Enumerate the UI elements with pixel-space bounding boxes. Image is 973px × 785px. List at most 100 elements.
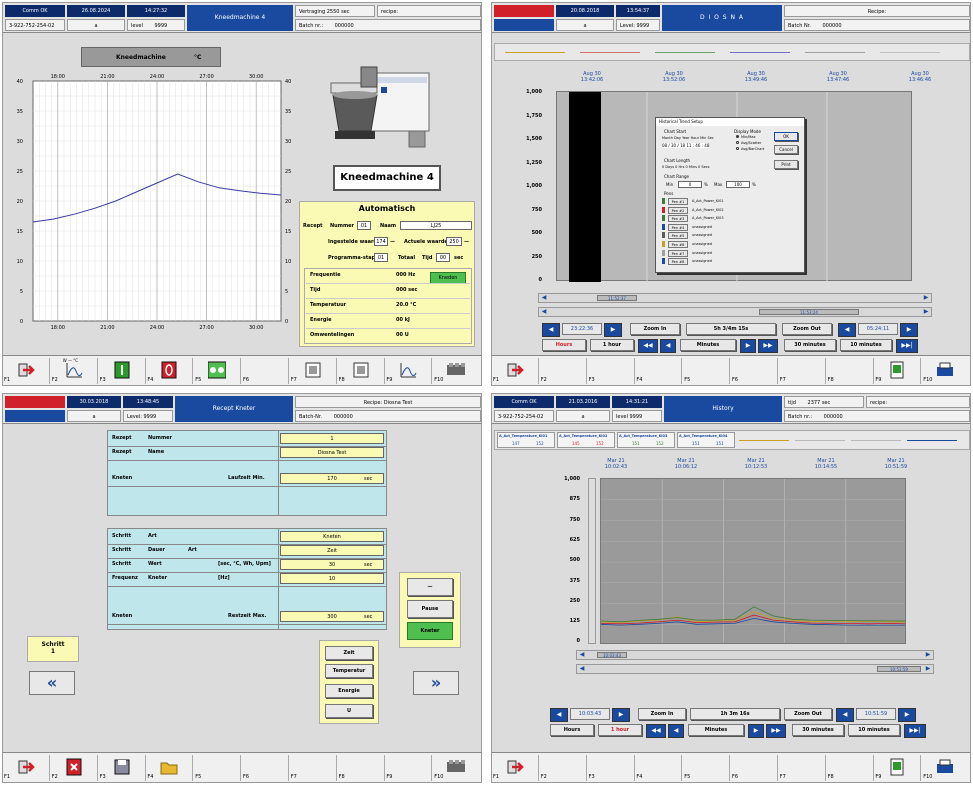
function-key-f1[interactable]: F1 xyxy=(3,755,50,781)
pen-select-button[interactable]: Pen #2 xyxy=(668,206,688,214)
range-max-field[interactable]: 100 xyxy=(726,181,750,188)
zoom-in-button[interactable]: Zoom In xyxy=(630,323,680,335)
function-key-f3[interactable]: F3 xyxy=(99,358,146,384)
function-key-f5[interactable]: F5 xyxy=(194,358,242,384)
zeit-button[interactable]: Zeit xyxy=(325,646,373,660)
table-value-field[interactable]: Zeit xyxy=(280,545,384,556)
pen-legend-item[interactable]: A_Act_Temperature_Kl03 151 152 xyxy=(617,432,675,448)
one-hour-button[interactable]: 1 hour xyxy=(598,724,642,736)
function-key-f3[interactable]: F3 xyxy=(588,358,635,384)
pause-button[interactable]: Pause xyxy=(407,600,453,618)
function-key-f7[interactable]: F7 xyxy=(290,358,337,384)
function-key-f5[interactable]: F5 xyxy=(683,755,731,781)
function-key-f5[interactable]: F5 xyxy=(194,755,242,781)
rewind-fast-button[interactable]: ◀◀ xyxy=(638,339,658,353)
minutes-button[interactable]: Minutes xyxy=(688,724,744,736)
ingestelde-field[interactable]: 174 xyxy=(374,237,388,246)
zoom-out-button[interactable]: Zoom Out xyxy=(782,323,832,335)
nav-right-button[interactable]: ▶ xyxy=(898,708,916,722)
function-key-f6[interactable]: F6 xyxy=(731,755,778,781)
display-mode-option[interactable]: Avg/Scatter xyxy=(736,141,761,145)
one-hour-button[interactable]: 1 hour xyxy=(590,339,634,351)
chart-length-values[interactable]: 0 Days 0 Hrs 0 Mins 0 Secs xyxy=(662,165,709,169)
time-scrollbar-2[interactable]: ◀ 10:51:59 ▶ xyxy=(576,664,934,674)
hours-button[interactable]: Hours xyxy=(550,724,594,736)
scroll-left-icon[interactable]: ◀ xyxy=(539,308,549,316)
pen-select-button[interactable]: Pen #4 xyxy=(668,223,688,231)
end-button[interactable]: ▶▶| xyxy=(896,339,918,353)
pen-select-button[interactable]: Pen #5 xyxy=(668,232,688,240)
rewind-fast-button[interactable]: ◀◀ xyxy=(646,724,666,738)
function-key-f9[interactable]: F9 xyxy=(874,755,922,781)
minus-button[interactable]: — xyxy=(407,578,453,596)
function-key-f8[interactable]: F8 xyxy=(338,358,385,384)
function-key-f7[interactable]: F7 xyxy=(779,358,826,384)
scroll-right-icon[interactable]: ▶ xyxy=(923,665,933,673)
zoom-out-button[interactable]: Zoom Out xyxy=(784,708,832,720)
forward-button[interactable]: ▶ xyxy=(740,339,756,353)
scroll-thumb-2[interactable]: 10:51:59 xyxy=(877,666,921,672)
function-key-f4[interactable]: F4 xyxy=(146,358,194,384)
function-key-f10[interactable]: F10 xyxy=(433,755,480,781)
pen-legend-item[interactable]: A_Act_Temperature_Kl04 151 151 xyxy=(677,432,735,448)
table-value-field[interactable]: 1 xyxy=(280,433,384,444)
table-value-field[interactable]: Kneten xyxy=(280,531,384,542)
nav-right-small-button[interactable]: ▶ xyxy=(604,323,622,337)
energie-button[interactable]: Energie xyxy=(325,684,373,698)
nav-right-button[interactable]: ▶ xyxy=(900,323,918,337)
range-min-field[interactable]: 0 xyxy=(678,181,702,188)
rewind-button[interactable]: ◀ xyxy=(660,339,676,353)
table-value-field[interactable]: 10 xyxy=(280,573,384,584)
scroll-thumb-1[interactable]: 10:03:43 xyxy=(597,652,627,658)
function-key-f2[interactable]: F2 xyxy=(540,358,587,384)
tijd-field[interactable]: 00 xyxy=(436,253,450,262)
forward-fast-button[interactable]: ▶▶ xyxy=(758,339,778,353)
thirty-min-button[interactable]: 30 minutes xyxy=(784,339,836,351)
scroll-left-icon[interactable]: ◀ xyxy=(577,651,587,659)
hours-button[interactable]: Hours xyxy=(542,339,586,351)
scroll-right-icon[interactable]: ▶ xyxy=(921,308,931,316)
function-key-f4[interactable]: F4 xyxy=(635,755,683,781)
function-key-f3[interactable]: F3 xyxy=(588,755,635,781)
pen-select-button[interactable]: Pen #7 xyxy=(668,249,688,257)
cancel-button[interactable]: Cancel xyxy=(774,145,798,154)
display-mode-option[interactable]: Avg/BarChart xyxy=(736,147,764,151)
function-key-f2[interactable]: F2 xyxy=(51,755,98,781)
display-mode-option[interactable]: Min/Max xyxy=(736,135,756,139)
pen-select-button[interactable]: Pen #3 xyxy=(668,215,688,223)
function-key-f7[interactable]: F7 xyxy=(290,755,337,781)
function-key-f3[interactable]: F3 xyxy=(99,755,146,781)
zoom-in-button[interactable]: Zoom In xyxy=(638,708,686,720)
scroll-thumb-1[interactable]: 11:52:37 xyxy=(597,295,637,301)
function-key-f6[interactable]: F6 xyxy=(242,358,289,384)
function-key-f1[interactable]: F1 xyxy=(492,755,539,781)
function-key-f2[interactable]: W — °C F2 xyxy=(51,358,98,384)
kneter-button[interactable]: Kneter xyxy=(407,622,453,640)
actuele-field[interactable]: 250 xyxy=(446,237,462,246)
function-key-f2[interactable]: F2 xyxy=(540,755,587,781)
scroll-right-icon[interactable]: ▶ xyxy=(921,294,931,302)
time-scrollbar-1[interactable]: ◀ 11:52:37 ▶ xyxy=(538,293,932,303)
next-step-button[interactable]: » xyxy=(413,671,459,695)
minutes-button[interactable]: Minutes xyxy=(680,339,736,351)
programma-field[interactable]: 01 xyxy=(374,253,388,262)
forward-button[interactable]: ▶ xyxy=(748,724,764,738)
nav-left-button[interactable]: ◀ xyxy=(542,323,560,337)
scroll-thumb-2[interactable]: 11:53:24 xyxy=(759,309,859,315)
pen-legend-item[interactable]: A_Act_Temperature_Kl02 145 152 xyxy=(557,432,615,448)
scroll-left-icon[interactable]: ◀ xyxy=(577,665,587,673)
time-scrollbar-2[interactable]: ◀ 11:53:24 ▶ xyxy=(538,307,932,317)
naam-field[interactable]: LJ25 xyxy=(400,221,472,230)
function-key-f6[interactable]: F6 xyxy=(242,755,289,781)
function-key-f9[interactable]: F9 xyxy=(385,755,433,781)
pen-select-button[interactable]: Pen #6 xyxy=(668,241,688,248)
u-button[interactable]: U xyxy=(325,704,373,718)
prev-step-button[interactable]: « xyxy=(29,671,75,695)
function-key-f5[interactable]: F5 xyxy=(683,358,731,384)
pen-select-button[interactable]: Pen #1 xyxy=(668,198,688,205)
function-key-f8[interactable]: F8 xyxy=(827,358,874,384)
scroll-right-icon[interactable]: ▶ xyxy=(923,651,933,659)
thirty-min-button[interactable]: 30 minutes xyxy=(792,724,844,736)
function-key-f8[interactable]: F8 xyxy=(827,755,874,781)
function-key-f6[interactable]: F6 xyxy=(731,358,778,384)
